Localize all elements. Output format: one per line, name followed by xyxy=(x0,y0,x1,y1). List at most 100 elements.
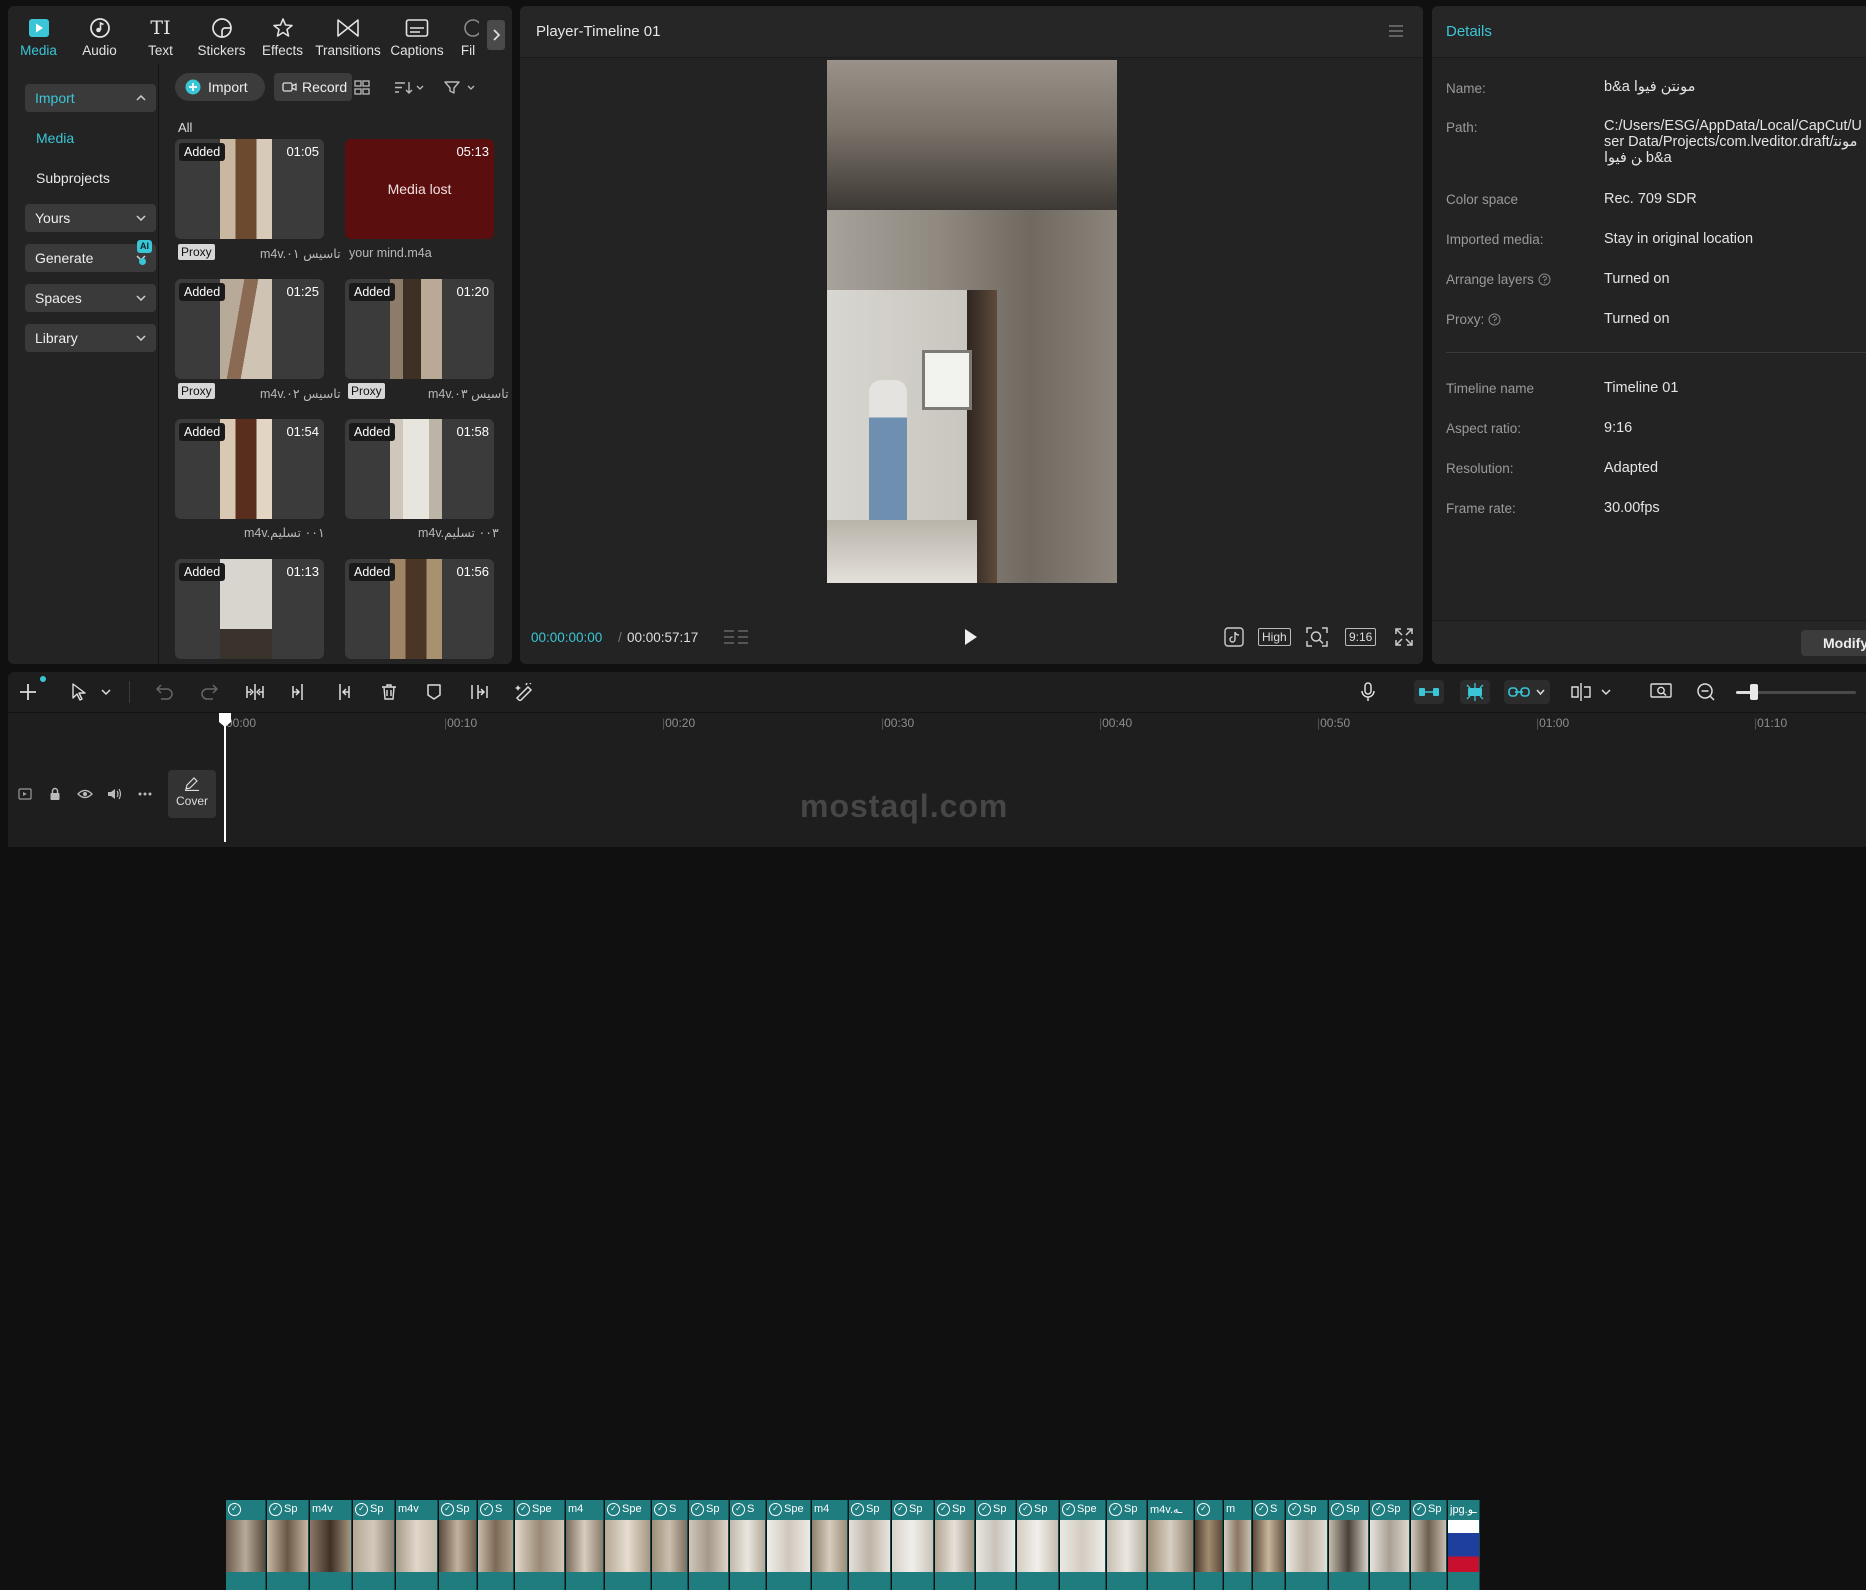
add-track-icon[interactable] xyxy=(18,682,38,702)
media-card[interactable]: Added 01:58 xyxy=(345,419,494,519)
eye-icon[interactable] xyxy=(77,789,93,799)
auto-snap-toggle[interactable] xyxy=(1460,680,1490,704)
speaker-icon[interactable] xyxy=(107,788,122,800)
lock-icon[interactable] xyxy=(49,787,61,801)
timeline-clip[interactable]: ✓ Spe xyxy=(1060,1500,1106,1590)
trim-right-icon[interactable] xyxy=(334,683,352,701)
timeline-clip[interactable]: ✓ Sp xyxy=(1370,1500,1410,1590)
zoom-slider[interactable] xyxy=(1736,684,1856,700)
zoom-out-icon[interactable] xyxy=(1696,682,1716,702)
playhead-line[interactable] xyxy=(224,726,226,842)
marker-icon[interactable] xyxy=(426,683,442,701)
timeline-clip[interactable]: ✓ Sp xyxy=(1017,1500,1059,1590)
timeline-clip[interactable]: ✓ Spe xyxy=(767,1500,811,1590)
microphone-icon[interactable] xyxy=(1360,682,1376,702)
media-card[interactable]: Added 01:25 xyxy=(175,279,324,379)
delete-icon[interactable] xyxy=(380,683,398,701)
tab-captions[interactable]: Captions xyxy=(383,6,451,64)
sidebar-yours[interactable]: Yours xyxy=(25,204,156,232)
help-icon[interactable] xyxy=(1538,273,1551,286)
timeline-clip[interactable]: ✓ S xyxy=(730,1500,766,1590)
trim-left-icon[interactable] xyxy=(290,683,308,701)
undo-icon[interactable] xyxy=(156,683,174,701)
zoom-slider-handle[interactable] xyxy=(1750,684,1758,700)
tab-text[interactable]: TI Text xyxy=(130,6,191,64)
preview-axis-icon[interactable] xyxy=(1570,682,1614,702)
timeline-clip[interactable]: m4v xyxy=(396,1500,438,1590)
zoom-fit-icon[interactable] xyxy=(1306,627,1328,647)
import-button[interactable]: Import xyxy=(175,73,265,101)
sidebar-library[interactable]: Library xyxy=(25,324,156,352)
magnet-toggle[interactable] xyxy=(1414,680,1444,704)
media-card[interactable]: Added 01:56 xyxy=(345,559,494,659)
sidebar-item-subprojects[interactable]: Subprojects xyxy=(36,170,110,186)
ratio-button[interactable]: 9:16 xyxy=(1345,628,1377,646)
select-tool-icon[interactable] xyxy=(70,682,114,702)
timeline-clip[interactable]: ✓ Sp xyxy=(439,1500,477,1590)
media-card[interactable]: Added 01:20 xyxy=(345,279,494,379)
timeline-clip[interactable]: ✓ xyxy=(226,1500,266,1590)
tab-transitions[interactable]: Transitions xyxy=(313,6,383,64)
tab-stickers[interactable]: Stickers xyxy=(191,6,252,64)
sidebar-item-media[interactable]: Media xyxy=(36,130,74,146)
timeline-clip[interactable]: ✓ Spe xyxy=(605,1500,651,1590)
link-toggle[interactable] xyxy=(1504,680,1550,704)
video-preview[interactable] xyxy=(827,60,1117,583)
play-icon[interactable] xyxy=(964,628,978,646)
ruler-tick: |00:40 xyxy=(1099,716,1133,730)
media-card[interactable]: Added 01:54 xyxy=(175,419,324,519)
split-icon[interactable] xyxy=(245,683,265,701)
auto-edit-icon[interactable] xyxy=(514,683,534,701)
timeline-clip[interactable]: jpg.ـو xyxy=(1448,1500,1480,1590)
timeline-clip[interactable]: m4 xyxy=(812,1500,848,1590)
timeline-clip[interactable]: ✓ S xyxy=(1253,1500,1285,1590)
timeline-clip[interactable]: ✓ Sp xyxy=(1107,1500,1147,1590)
timeline-clip[interactable]: ✓ Sp xyxy=(935,1500,975,1590)
sidebar-import[interactable]: Import xyxy=(25,84,156,112)
timeline-clip[interactable]: ✓ Sp xyxy=(353,1500,395,1590)
menu-icon[interactable] xyxy=(1388,24,1404,38)
redo-icon[interactable] xyxy=(200,683,218,701)
grid-view-icon[interactable] xyxy=(354,80,370,95)
timecode-grid-icon[interactable] xyxy=(723,629,749,645)
timeline-clip[interactable]: ✓ Spe xyxy=(515,1500,565,1590)
tab-filters[interactable]: Fil xyxy=(451,6,485,64)
timeline-clip[interactable]: ✓ Sp xyxy=(892,1500,934,1590)
timeline-clip[interactable]: ✓ S xyxy=(478,1500,514,1590)
cover-button[interactable]: Cover xyxy=(168,770,216,818)
modify-button[interactable]: Modify xyxy=(1801,630,1866,656)
record-button[interactable]: Record xyxy=(274,73,352,101)
freeze-frame-icon[interactable] xyxy=(470,683,492,701)
timeline-clip[interactable]: ✓ Sp xyxy=(1411,1500,1447,1590)
timeline-clip[interactable]: ✓ Sp xyxy=(267,1500,309,1590)
tab-media[interactable]: Media xyxy=(8,6,69,64)
fullscreen-icon[interactable] xyxy=(1395,628,1413,646)
quality-button[interactable]: High xyxy=(1258,628,1291,646)
tabs-scroll-right-button[interactable] xyxy=(487,20,505,50)
timeline-clip[interactable]: m4v xyxy=(310,1500,352,1590)
timeline-clip[interactable]: ✓ Sp xyxy=(689,1500,729,1590)
tab-effects[interactable]: Effects xyxy=(252,6,313,64)
timeline-clip[interactable]: m xyxy=(1224,1500,1252,1590)
timeline-clip[interactable]: ✓ Sp xyxy=(976,1500,1016,1590)
more-icon[interactable] xyxy=(138,792,152,796)
tiktok-icon[interactable] xyxy=(1224,627,1244,647)
tab-audio[interactable]: Audio xyxy=(69,6,130,64)
sidebar-spaces[interactable]: Spaces xyxy=(25,284,156,312)
timeline-clip[interactable]: ✓ Sp xyxy=(1329,1500,1369,1590)
timeline-clip[interactable]: m4 xyxy=(566,1500,604,1590)
media-card[interactable]: Added 01:05 xyxy=(175,139,324,239)
media-card[interactable]: Added 01:13 xyxy=(175,559,324,659)
track-video-icon[interactable] xyxy=(18,788,32,800)
timeline-clip[interactable]: ✓ S xyxy=(652,1500,688,1590)
timeline-clip[interactable]: m4v.ـه xyxy=(1148,1500,1194,1590)
timeline-clip[interactable]: ✓ Sp xyxy=(849,1500,891,1590)
timeline-clip[interactable]: ✓ Sp xyxy=(1286,1500,1328,1590)
sort-icon[interactable] xyxy=(394,80,424,95)
media-card[interactable]: 05:13 Media lost xyxy=(345,139,494,239)
timeline-clip[interactable]: ✓ xyxy=(1195,1500,1223,1590)
clip-thumbnail xyxy=(935,1520,974,1572)
zoom-to-fit-icon[interactable] xyxy=(1650,682,1672,702)
help-icon[interactable] xyxy=(1488,313,1501,326)
filter-icon[interactable] xyxy=(444,80,476,95)
